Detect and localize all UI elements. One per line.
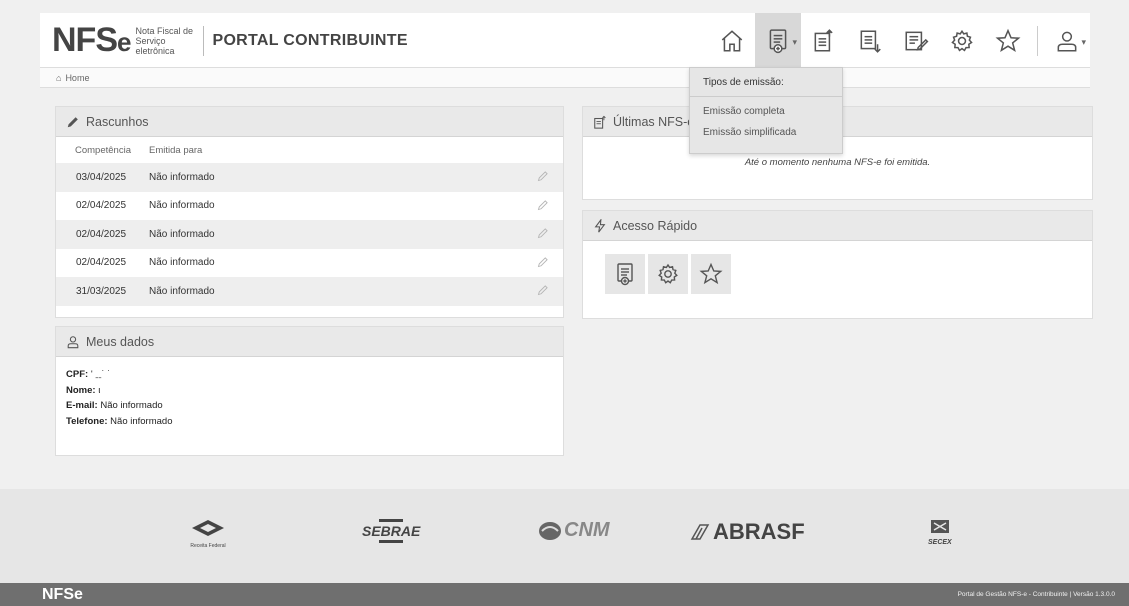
draft-date: 31/03/2025 xyxy=(76,285,127,297)
my-data-body: CPF: ' ˍˍ˙ ˙ Nome: ι E-mail: Não informa… xyxy=(56,357,563,439)
column-header-competencia: Competência xyxy=(75,144,131,156)
draft-recipient: Não informado xyxy=(149,200,215,212)
abrasf-emblem-icon xyxy=(690,524,710,540)
edit-pencil-icon[interactable] xyxy=(537,284,549,296)
footer-logo: NFSe xyxy=(42,586,83,603)
footer-version: Portal de Gestão NFS-e - Contribuinte | … xyxy=(957,591,1115,598)
name-line: Nome: ι xyxy=(66,384,101,396)
drafts-title: Rascunhos xyxy=(86,114,149,129)
new-invoice-icon[interactable]: ▾ xyxy=(755,13,801,68)
quick-new-invoice-button[interactable] xyxy=(605,254,645,294)
quick-access-header: Acesso Rápido xyxy=(583,211,1092,241)
quick-favorites-button[interactable] xyxy=(691,254,731,294)
quick-settings-button[interactable] xyxy=(648,254,688,294)
gear-icon[interactable] xyxy=(939,13,985,68)
sebrae-logo[interactable]: SEBRAE xyxy=(362,519,420,543)
draft-recipient: Não informado xyxy=(149,285,215,297)
secex-emblem-icon xyxy=(930,520,949,533)
nav-icon-bar: ▾ ▾ xyxy=(709,13,1090,68)
draft-date: 02/04/2025 xyxy=(76,200,127,212)
edit-pencil-icon[interactable] xyxy=(537,199,549,211)
draft-date: 03/04/2025 xyxy=(76,171,127,183)
my-data-title: Meus dados xyxy=(86,334,155,349)
table-row[interactable]: 02/04/2025 Não informado xyxy=(56,249,563,278)
drafts-header: Rascunhos xyxy=(56,107,563,137)
logo-subtitle: Nota Fiscal de Serviço eletrônica xyxy=(135,26,193,56)
chevron-down-icon: ▾ xyxy=(1081,37,1086,47)
table-row[interactable]: 31/03/2025 Não informado xyxy=(56,277,563,306)
logo-divider xyxy=(203,26,205,56)
menu-item-full-emission[interactable]: Emissão completa xyxy=(690,101,842,122)
home-small-icon: ⌂ xyxy=(56,72,62,83)
my-data-panel: Meus dados CPF: ' ˍˍ˙ ˙ Nome: ι E-mail: … xyxy=(55,326,564,456)
quick-access-panel: Acesso Rápido xyxy=(582,210,1093,319)
quick-access-buttons xyxy=(583,241,1092,294)
portal-title: PORTAL CONTRIBUINTE xyxy=(212,32,408,49)
edit-pencil-icon[interactable] xyxy=(537,256,549,268)
footer: NFSe Portal de Gestão NFS-e - Contribuin… xyxy=(0,583,1129,606)
pencil-icon xyxy=(67,116,78,127)
upload-invoice-icon[interactable] xyxy=(801,13,847,68)
cpf-line: CPF: ' ˍˍ˙ ˙ xyxy=(66,369,111,380)
chevron-down-icon: ▾ xyxy=(792,37,797,47)
my-data-header: Meus dados xyxy=(56,327,563,357)
logo-mark: NFSe xyxy=(52,21,132,59)
partners-strip: Receita Federal SEBRAE CNM ABRASF SECEX xyxy=(0,489,1129,583)
receita-federal-emblem-icon xyxy=(192,520,224,536)
abrasf-logo[interactable]: ABRASF xyxy=(690,519,805,545)
new-invoice-icon xyxy=(617,263,633,286)
nfse-logo[interactable]: NFSe Nota Fiscal de Serviço eletrônica PO… xyxy=(52,23,408,59)
drafts-panel: Rascunhos Competência Emitida para 03/04… xyxy=(55,106,564,318)
star-icon[interactable] xyxy=(985,13,1031,68)
emission-types-dropdown: Tipos de emissão: Emissão completa Emiss… xyxy=(689,67,843,154)
secex-logo[interactable]: SECEX xyxy=(928,519,952,546)
table-row[interactable]: 02/04/2025 Não informado xyxy=(56,220,563,249)
edit-pencil-icon[interactable] xyxy=(537,170,549,182)
draft-date: 02/04/2025 xyxy=(76,257,127,269)
email-line: E-mail: Não informado xyxy=(66,400,163,411)
lightning-icon xyxy=(594,218,606,232)
draft-recipient: Não informado xyxy=(149,171,215,183)
star-icon xyxy=(699,262,723,285)
last-nfse-title: Últimas NFS-e xyxy=(613,114,695,129)
draft-date: 02/04/2025 xyxy=(76,228,127,240)
upload-invoice-icon xyxy=(594,115,606,129)
draft-recipient: Não informado xyxy=(149,228,215,240)
cnm-logo[interactable]: CNM xyxy=(538,519,610,542)
draft-recipient: Não informado xyxy=(149,257,215,269)
table-row[interactable]: 03/04/2025 Não informado xyxy=(56,163,563,192)
column-header-emitida-para: Emitida para xyxy=(149,144,203,156)
gear-icon xyxy=(658,263,678,284)
quick-access-title: Acesso Rápido xyxy=(613,218,698,233)
table-row[interactable]: 02/04/2025 Não informado xyxy=(56,192,563,221)
receita-federal-logo[interactable]: Receita Federal xyxy=(188,519,228,549)
edit-invoice-icon[interactable] xyxy=(893,13,939,68)
drafts-table-header: Competência Emitida para xyxy=(56,137,563,163)
user-icon[interactable]: ▾ xyxy=(1044,13,1090,68)
home-icon[interactable] xyxy=(709,13,755,68)
nav-divider xyxy=(1037,25,1038,56)
dropdown-title: Tipos de emissão: xyxy=(690,68,842,97)
edit-pencil-icon[interactable] xyxy=(537,227,549,239)
menu-item-simplified-emission[interactable]: Emissão simplificada xyxy=(690,122,842,143)
breadcrumb-home[interactable]: Home xyxy=(65,73,89,83)
phone-line: Telefone: Não informado xyxy=(66,415,173,427)
top-navbar: NFSe Nota Fiscal de Serviço eletrônica PO… xyxy=(40,13,1090,68)
user-icon xyxy=(67,335,79,348)
breadcrumb: ⌂ Home xyxy=(40,68,1090,88)
download-invoice-icon[interactable] xyxy=(847,13,893,68)
cnm-emblem-icon xyxy=(539,521,561,540)
